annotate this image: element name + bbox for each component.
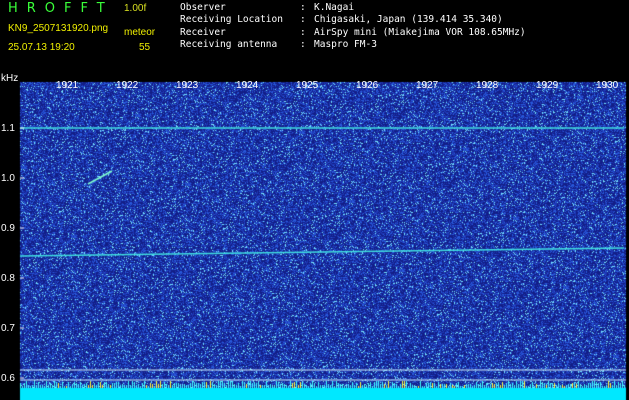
info-key: Observer <box>180 2 226 13</box>
x-tick-label: 1926 <box>356 80 379 91</box>
header-panel: HROFFT 1.00f KN9_2507131920.png meteor 2… <box>0 0 629 74</box>
info-row-receiver: Receiver: AirSpy mini (Miakejima VOR 108.… <box>180 27 526 39</box>
x-tick-label: 1923 <box>176 80 199 91</box>
x-tick-label: 1925 <box>296 80 319 91</box>
y-tick-label: 0.8 <box>1 273 15 284</box>
x-tick-label: 1929 <box>536 80 559 91</box>
x-tick-label: 1930 <box>596 80 619 91</box>
y-tick-label: 1.0 <box>1 173 15 184</box>
info-sep: : <box>300 14 306 26</box>
info-row-antenna: Receiving antenna: Maspro FM-3 <box>180 39 526 51</box>
meteor-count: 55 <box>139 42 151 53</box>
info-value: AirSpy mini (Miakejima VOR 108.65MHz) <box>314 26 526 38</box>
spectrogram-canvas <box>0 73 629 400</box>
info-sep: : <box>300 2 306 13</box>
info-value: K.Nagai <box>314 2 355 13</box>
x-tick-label: 1921 <box>56 80 79 91</box>
info-sep: : <box>300 38 306 50</box>
info-sep: : <box>300 26 306 38</box>
info-row-location: Receiving Location: Chigasaki, Japan (139… <box>180 14 526 26</box>
x-tick-label: 1927 <box>416 80 439 91</box>
x-tick-label: 1922 <box>116 80 139 91</box>
y-axis-unit: kHz <box>1 73 19 84</box>
x-tick-label: 1928 <box>476 80 499 91</box>
info-key: Receiving Location <box>180 14 283 26</box>
info-value: Maspro FM-3 <box>314 38 377 50</box>
meteor-label: meteor <box>124 27 156 38</box>
app-title: HROFFT <box>8 1 114 16</box>
capture-datetime: 25.07.13 19:20 <box>8 42 75 53</box>
station-info: Observer: K.Nagai Receiving Location: Chig… <box>180 2 526 51</box>
y-tick-label: 0.7 <box>1 323 15 334</box>
y-tick-label: 0.9 <box>1 223 15 234</box>
y-tick-label: 1.1 <box>1 123 15 134</box>
x-tick-label: 1924 <box>236 80 259 91</box>
info-value: Chigasaki, Japan (139.414 35.340) <box>314 14 503 26</box>
info-row-observer: Observer: K.Nagai <box>180 2 526 14</box>
file-name: KN9_2507131920.png <box>8 23 109 34</box>
y-tick-label: 0.6 <box>1 373 15 384</box>
info-key: Receiving antenna <box>180 38 278 50</box>
info-key: Receiver <box>180 26 226 38</box>
version-label: 1.00f <box>124 3 147 14</box>
